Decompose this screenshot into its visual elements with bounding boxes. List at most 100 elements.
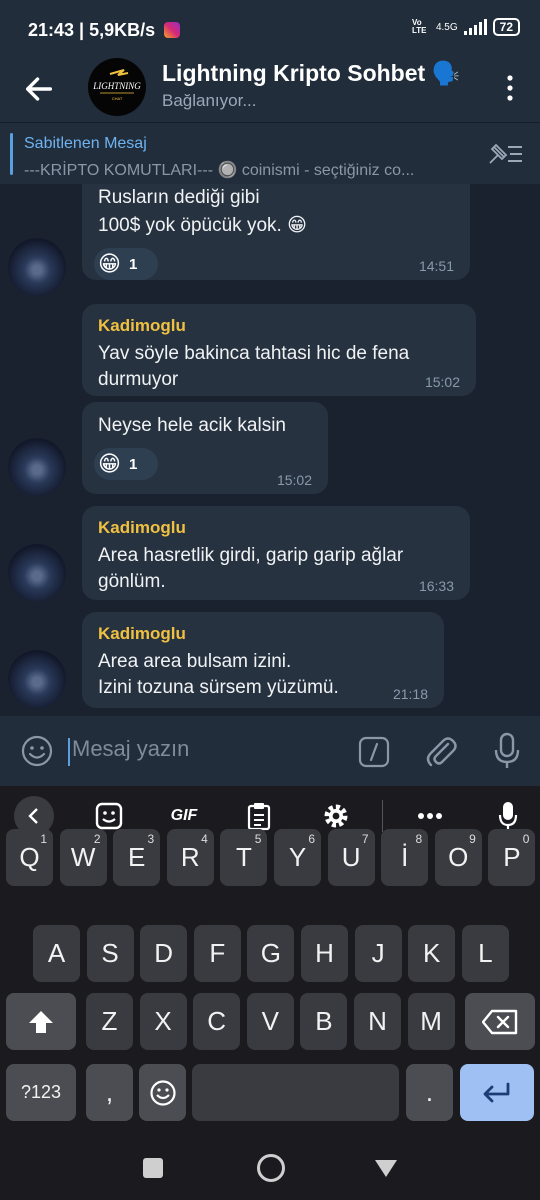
key-p[interactable]: P0 <box>488 829 536 886</box>
key-q[interactable]: Q1 <box>6 829 53 886</box>
key-w[interactable]: W2 <box>59 829 107 886</box>
key-i̇[interactable]: İ8 <box>381 829 429 886</box>
key-hint: 4 <box>201 832 208 846</box>
space-key[interactable] <box>192 1064 399 1121</box>
sticker-icon[interactable] <box>92 799 126 833</box>
key-label: B <box>315 1006 333 1036</box>
key-a[interactable]: A <box>33 925 80 982</box>
key-s[interactable]: S <box>86 925 134 982</box>
key-label: K <box>423 938 441 968</box>
user-avatar[interactable] <box>8 238 66 296</box>
shift-key[interactable] <box>6 993 76 1050</box>
emoji-icon[interactable] <box>20 734 54 768</box>
key-label: T <box>235 842 252 872</box>
period-key[interactable]: . <box>406 1064 453 1121</box>
back-nav-icon[interactable] <box>374 1158 398 1178</box>
pinned-message-bar[interactable]: Sabitlenen Mesaj ---KRİPTO KOMUTLARI--- … <box>0 122 540 185</box>
attach-icon[interactable] <box>424 734 458 770</box>
message-bubble[interactable]: Neyse hele acik kalsin 😁 1 15:02 <box>82 402 328 494</box>
composer-bar: Mesaj yazın <box>0 716 540 786</box>
symbols-key[interactable]: ?123 <box>6 1064 76 1121</box>
key-r[interactable]: R4 <box>166 829 214 886</box>
key-g[interactable]: G <box>247 925 295 982</box>
reaction-count: 1 <box>128 455 138 473</box>
message-bubble[interactable]: Kadimoglu Area hasretlik girdi, garip ga… <box>82 506 470 600</box>
key-h[interactable]: H <box>301 925 348 982</box>
sender-name[interactable]: Kadimoglu <box>98 624 186 644</box>
key-t[interactable]: T5 <box>220 829 268 886</box>
enter-icon <box>483 1082 510 1102</box>
comma-key[interactable]: , <box>86 1064 133 1121</box>
key-n[interactable]: N <box>354 993 401 1050</box>
key-j[interactable]: J <box>354 925 402 982</box>
key-x[interactable]: X <box>139 993 187 1050</box>
reaction-chip[interactable]: 😁 1 <box>94 448 158 480</box>
message-text: Yav söyle bakinca tahtasi hic de fena <box>98 343 410 364</box>
user-avatar[interactable] <box>8 650 66 708</box>
more-vert-icon[interactable] <box>498 70 522 106</box>
user-avatar[interactable] <box>8 544 66 602</box>
svg-text:CHAT: CHAT <box>112 96 123 101</box>
key-f[interactable]: F <box>193 925 241 982</box>
bot-commands-icon[interactable] <box>358 736 390 768</box>
group-avatar[interactable]: LIGHTNING CHAT <box>88 58 146 116</box>
key-m[interactable]: M <box>407 993 455 1050</box>
settings-icon[interactable] <box>319 799 353 833</box>
key-e[interactable]: E3 <box>113 829 161 886</box>
key-label: U <box>341 842 361 872</box>
microphone-icon[interactable] <box>492 732 522 770</box>
sender-name[interactable]: Kadimoglu <box>98 518 186 538</box>
key-label: R <box>180 842 200 872</box>
message-bubble[interactable]: Rusların dediği gibi 100$ yok öpücük yok… <box>82 184 470 280</box>
key-u[interactable]: U7 <box>327 829 375 886</box>
more-horiz-icon[interactable] <box>413 799 447 833</box>
key-label: O <box>448 842 469 872</box>
backspace-icon <box>482 1009 518 1034</box>
gif-button[interactable]: GIF <box>164 799 204 833</box>
back-arrow-icon[interactable] <box>22 72 56 106</box>
shift-icon <box>29 1010 53 1033</box>
user-avatar[interactable] <box>8 438 66 496</box>
message-input[interactable]: Mesaj yazın <box>72 736 189 762</box>
key-label: V <box>261 1006 279 1036</box>
key-y[interactable]: Y6 <box>274 829 321 886</box>
message-bubble[interactable]: Kadimoglu Yav söyle bakinca tahtasi hic … <box>82 304 476 396</box>
message-time: 14:51 <box>418 258 454 274</box>
key-k[interactable]: K <box>408 925 456 982</box>
key-z[interactable]: Z <box>86 993 133 1050</box>
backspace-key[interactable] <box>465 993 535 1050</box>
reaction-count: 1 <box>128 255 138 273</box>
key-o[interactable]: O9 <box>434 829 482 886</box>
key-hint: 8 <box>415 832 423 846</box>
key-hint: 5 <box>254 832 262 846</box>
key-hint: 1 <box>40 832 47 846</box>
message-time: 16:33 <box>418 578 454 594</box>
text-cursor <box>68 738 70 766</box>
pinned-list-icon[interactable] <box>486 141 524 167</box>
chat-title[interactable]: Lightning Kripto Sohbet 🗣️ <box>162 60 460 87</box>
key-label: İ <box>401 842 409 872</box>
reaction-chip[interactable]: 😁 1 <box>94 248 158 280</box>
recents-icon[interactable] <box>143 1158 163 1178</box>
key-d[interactable]: D <box>140 925 188 982</box>
key-c[interactable]: C <box>193 993 241 1050</box>
pinned-text: ---KRİPTO KOMUTLARI--- 🔘 coinismi - seçt… <box>24 162 415 179</box>
voice-input-icon[interactable] <box>491 799 525 833</box>
message-bubble[interactable]: Kadimoglu Area area bulsam izini. Izini … <box>82 612 444 708</box>
message-time: 15:02 <box>276 472 312 488</box>
key-label: F <box>209 938 226 968</box>
sender-name[interactable]: Kadimoglu <box>98 316 186 336</box>
enter-key[interactable] <box>460 1064 534 1121</box>
key-b[interactable]: B <box>300 993 348 1050</box>
status-time: 21:43 | 5,9KB/s <box>28 20 181 41</box>
key-l[interactable]: L <box>461 925 509 982</box>
home-icon[interactable] <box>257 1154 285 1182</box>
message-list[interactable]: Rusların dediği gibi 100$ yok öpücük yok… <box>0 184 540 716</box>
emoji-key[interactable] <box>139 1064 186 1121</box>
key-v[interactable]: V <box>246 993 294 1050</box>
clipboard-icon[interactable] <box>242 799 276 833</box>
volte-label: Vo LTE <box>411 18 427 35</box>
key-label: P <box>503 842 521 872</box>
key-label: X <box>154 1006 172 1036</box>
key-label: L <box>478 938 493 968</box>
